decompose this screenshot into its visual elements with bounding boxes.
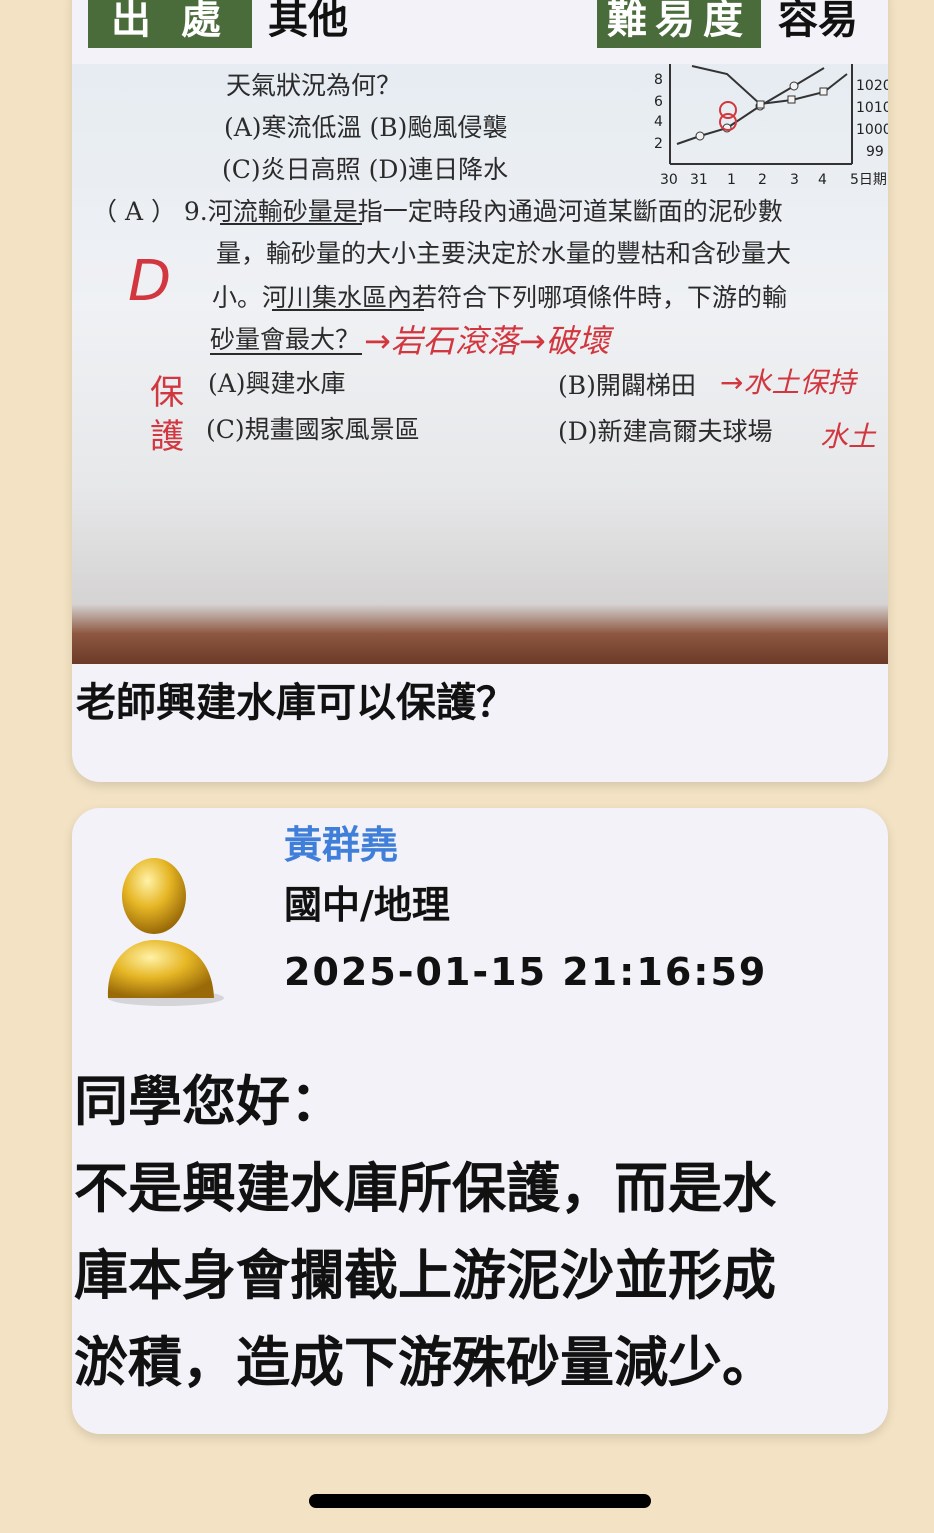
- handwritten-note: →水土保持: [720, 366, 858, 399]
- chart-tick: 8: [654, 72, 663, 88]
- answer-line: 淤積，造成下游殊砂量減少。: [74, 1331, 776, 1394]
- chart-tick: 30: [660, 172, 678, 188]
- exam-line: （ A ） 9.河流輸砂量是指一定時段內通過河道某斷面的泥砂數: [92, 197, 783, 226]
- source-tag: 出 處: [88, 0, 252, 48]
- answer-line: 庫本身會攔截上游泥沙並形成: [74, 1244, 776, 1307]
- home-indicator[interactable]: [309, 1494, 651, 1508]
- exam-line: 量，輸砂量的大小主要決定於水量的豐枯和含砂量大: [216, 239, 791, 268]
- answerer-name[interactable]: 黃群堯: [284, 814, 398, 869]
- chart-tick: 1: [727, 172, 736, 188]
- source-value: 其他: [268, 0, 348, 43]
- chart-tick: 1010: [856, 100, 888, 116]
- exam-paper-image: 8 6 4 2 30 31 1 2 3 4 5日期 1020 1010 1000…: [92, 64, 888, 457]
- user-avatar-icon: [107, 858, 224, 1006]
- answer-line: 不是興建水庫所保護，而是水: [74, 1157, 776, 1220]
- chart-tick: 3: [790, 172, 799, 188]
- answerer-subject: 國中/地理: [284, 883, 450, 927]
- exam-line: 天氣狀況為何？: [226, 71, 401, 100]
- chart-tick: 5日期: [850, 172, 887, 188]
- exam-option: (B)開闢梯田: [558, 371, 696, 400]
- chart-tick: 99: [866, 144, 884, 160]
- difficulty-value: 容易: [778, 0, 858, 43]
- avatar[interactable]: [102, 848, 232, 1008]
- answer-body: 同學您好： 不是興建水庫所保護，而是水 庫本身會攔截上游泥沙並形成 淤積，造成下…: [74, 1058, 874, 1406]
- answer-card: 黃群堯 國中/地理 2025-01-15 21:16:59 同學您好： 不是興建…: [72, 808, 888, 1434]
- handwritten-note: D: [128, 249, 171, 314]
- exam-option: (A)興建水庫: [208, 369, 346, 398]
- handwritten-note: 水土: [820, 420, 877, 453]
- answer-timestamp: 2025-01-15 21:16:59: [284, 950, 768, 994]
- difficulty-tag: 難易度: [597, 0, 761, 48]
- question-card: 出 處 其他 難易度 容易 8 6 4 2 30 31 1 2 3 4 5日期 …: [72, 0, 888, 782]
- chart-tick: 4: [654, 114, 663, 130]
- chart-tick: 2: [654, 136, 663, 152]
- handwritten-note: 保 護: [150, 373, 195, 457]
- chart-tick: 31: [690, 172, 708, 188]
- chart-tick: 1000: [856, 122, 888, 138]
- chart-tick: 4: [818, 172, 827, 188]
- exam-chart: 8 6 4 2 30 31 1 2 3 4 5日期 1020 1010 1000…: [654, 64, 888, 188]
- question-text: 老師興建水庫可以保護？: [76, 680, 516, 726]
- question-photo[interactable]: 8 6 4 2 30 31 1 2 3 4 5日期 1020 1010 1000…: [72, 64, 888, 664]
- exam-text: 天氣狀況為何？ (A)寒流低溫 (B)颱風侵襲 (C)炎日高照 (D)連日降水 …: [92, 71, 791, 446]
- handwritten-note: →岩石滾落→破壞: [364, 322, 615, 360]
- question-meta: 出 處 其他 難易度 容易: [72, 0, 888, 64]
- chart-tick: 1020: [856, 78, 888, 94]
- exam-option: (C)規畫國家風景區: [206, 415, 420, 444]
- answer-line: 同學您好：: [74, 1070, 344, 1133]
- exam-line: 砂量會最大？: [210, 325, 360, 354]
- exam-option: (D)新建高爾夫球場: [558, 417, 773, 446]
- exam-line: 小。河川集水區內若符合下列哪項條件時，下游的輸: [212, 283, 787, 312]
- exam-line: (A)寒流低溫 (B)颱風侵襲: [224, 113, 507, 142]
- chart-tick: 2: [758, 172, 767, 188]
- chart-tick: 6: [654, 94, 663, 110]
- exam-line: (C)炎日高照 (D)連日降水: [222, 155, 508, 184]
